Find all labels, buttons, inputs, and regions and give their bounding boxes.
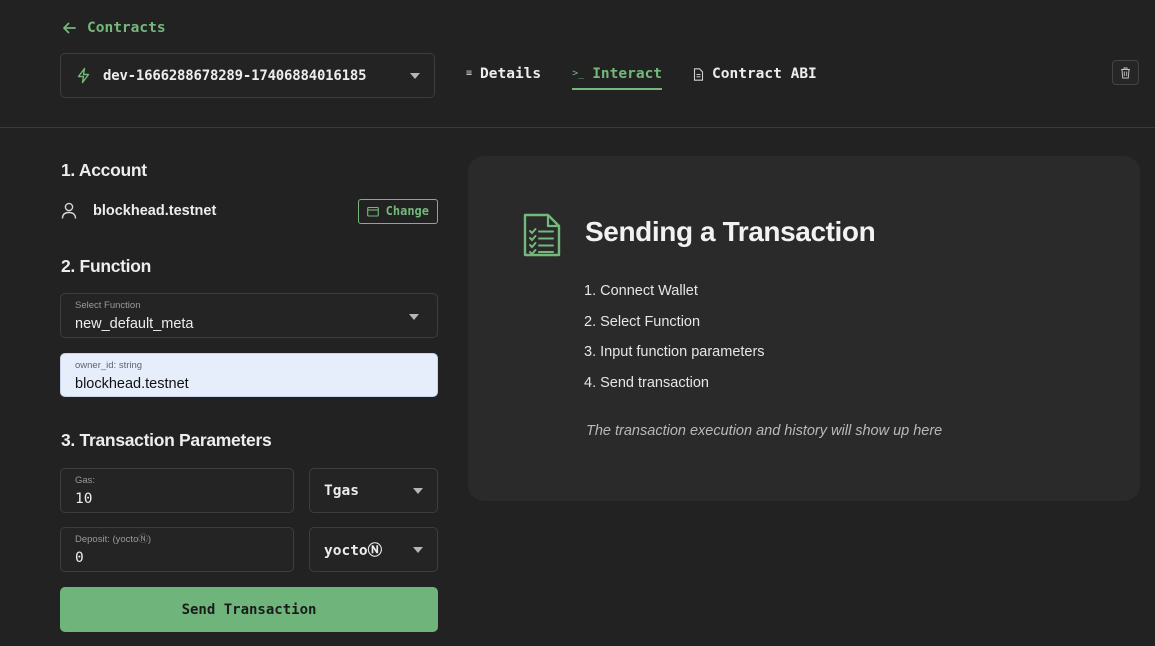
function-select-value: new_default_meta [75,316,194,332]
tab-details-label: Details [480,66,542,82]
gas-unit-select[interactable]: Tgas [309,468,438,513]
deposit-value: 0 [75,550,84,566]
account-row: blockhead.testnet Change [61,198,438,224]
back-link-label: Contracts [87,20,166,36]
tab-bar: ≡ Details >_ Interact Contract ABI [466,60,848,90]
terminal-icon: >_ [572,68,585,79]
trash-icon [1121,67,1130,78]
gas-input[interactable]: Gas: 10 [60,468,294,513]
params-section-title: 3. Transaction Parameters [61,430,272,450]
deposit-unit-value: yoctoⓃ [324,543,383,559]
tab-details[interactable]: ≡ Details [466,60,541,90]
tab-interact[interactable]: >_ Interact [572,60,663,90]
deposit-input[interactable]: Deposit: (yoctoⓃ) 0 [60,527,294,572]
user-icon [61,202,77,219]
lightning-icon [77,67,90,84]
gas-value: 10 [75,491,93,507]
account-section-title: 1. Account [61,160,147,180]
tab-interact-label: Interact [592,66,663,82]
header: Contracts dev-1666288678289-174068840161… [0,0,1155,128]
chevron-down-icon [409,314,419,320]
guide-steps: 1. Connect Wallet 2. Select Function 3. … [584,281,765,403]
guide-title: Sending a Transaction [585,216,876,247]
checklist-document-icon [523,213,561,257]
back-to-contracts-link[interactable]: Contracts [61,18,166,38]
guide-step: 3. Input function parameters [584,344,765,360]
contract-select[interactable]: dev-1666288678289-17406884016185 [60,53,435,98]
list-icon: ≡ [466,68,473,79]
chevron-down-icon [410,72,420,79]
tab-contract-abi-label: Contract ABI [712,66,817,82]
send-transaction-button[interactable]: Send Transaction [60,587,438,632]
owner-id-value: blockhead.testnet [75,376,189,392]
owner-id-label: owner_id: string [75,360,143,371]
guide-step: 4. Send transaction [584,374,709,391]
function-section-title: 2. Function [61,256,152,276]
guide-step: 2. Select Function [584,313,701,330]
change-account-button[interactable]: Change [357,198,438,224]
file-icon [693,68,704,81]
guide-step: 1. Connect Wallet [584,283,698,299]
function-select-label: Select Function [75,300,141,311]
gas-unit-value: Tgas [324,482,359,499]
change-button-label: Change [385,204,429,218]
guide-note: The transaction execution and history wi… [586,423,943,439]
function-select[interactable]: Select Function new_default_meta [60,293,438,338]
deposit-unit-select[interactable]: yoctoⓃ [309,527,438,572]
gas-label: Gas: [75,475,96,486]
transaction-guide-panel: Sending a Transaction 1. Connect Wallet … [468,156,1140,501]
chevron-down-icon [413,546,423,553]
contract-name: dev-1666288678289-17406884016185 [103,67,367,84]
wallet-icon [366,206,379,217]
chevron-down-icon [413,487,423,494]
arrow-left-icon [63,22,76,34]
tab-contract-abi[interactable]: Contract ABI [693,60,817,90]
account-name: blockhead.testnet [93,203,217,219]
owner-id-field[interactable]: owner_id: string blockhead.testnet [60,353,438,397]
deposit-label: Deposit: (yoctoⓃ) [75,534,152,545]
delete-contract-button[interactable] [1112,60,1139,85]
